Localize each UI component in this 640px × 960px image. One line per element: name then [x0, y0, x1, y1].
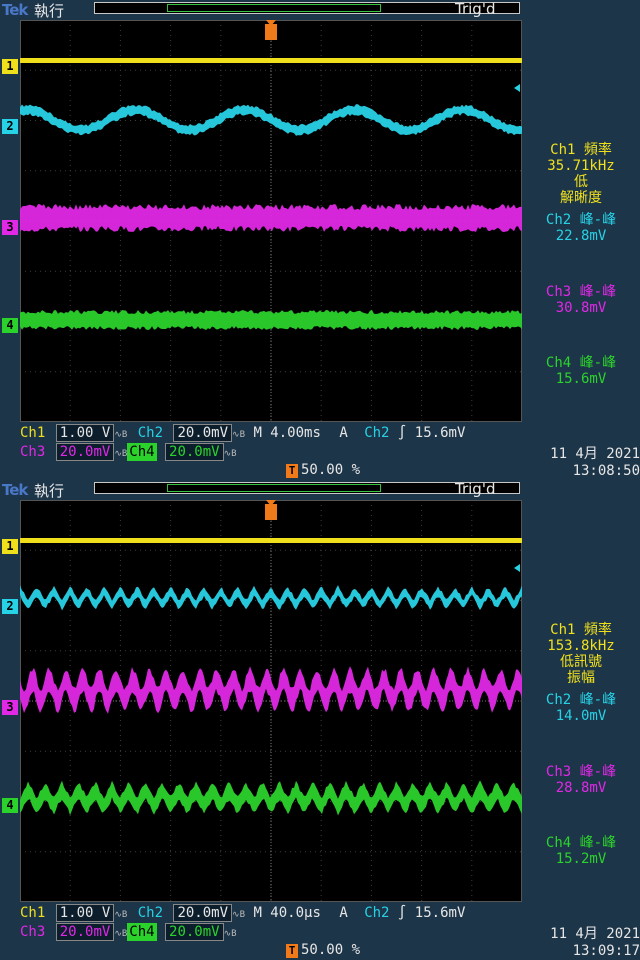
bw-limit-icon: ∿B — [114, 910, 128, 920]
settings-bar: Ch1 1.00 V ∿B Ch2 20.0mV ∿B M 40.0µs A Ch2… — [0, 902, 640, 960]
ch2-scale[interactable]: 20.0mV — [173, 424, 233, 442]
waveform-display[interactable] — [20, 500, 522, 902]
trigger-level-arrow — [514, 564, 520, 572]
trigger-state: Trig'd — [455, 480, 496, 498]
ch4-pkpk-readout: Ch4 峰-峰 15.2mV — [545, 835, 617, 867]
date-display: 11 4月 2021 — [550, 446, 640, 462]
ch1-label[interactable]: Ch1 — [18, 904, 47, 922]
record-window — [167, 484, 381, 492]
ch4-marker[interactable]: 4 — [2, 798, 18, 813]
trigger-level[interactable]: 15.6mV — [415, 905, 466, 921]
ch3-trace — [20, 204, 522, 232]
ch1-trace — [20, 538, 522, 543]
ch4-scale[interactable]: 20.0mV — [165, 923, 224, 941]
ch2-label[interactable]: Ch2 — [136, 904, 165, 922]
acquire-mode: A — [339, 425, 348, 441]
ch3-trace — [20, 666, 522, 714]
waveform-display[interactable] — [20, 20, 522, 422]
ch4-scale[interactable]: 20.0mV — [165, 443, 224, 461]
trigger-slope-icon: ∫ — [397, 905, 407, 921]
ch1-scale[interactable]: 1.00 V — [55, 904, 115, 922]
ch3-pkpk-readout: Ch3 峰-峰 28.8mV — [545, 764, 617, 796]
ch2-scale[interactable]: 20.0mV — [173, 904, 233, 922]
horizontal-position[interactable]: T 50.00 % — [286, 462, 360, 478]
trigger-level[interactable]: 15.6mV — [415, 425, 466, 441]
run-state-label: 執行 — [34, 482, 65, 500]
bw-limit-icon: ∿B — [232, 430, 245, 440]
trigger-position-icon: T — [286, 944, 298, 958]
waveform-graticule — [20, 500, 522, 902]
bw-limit-icon: ∿B — [223, 449, 237, 459]
ch2-marker[interactable]: 2 — [2, 599, 18, 614]
date-display: 11 4月 2021 — [550, 926, 640, 942]
acquire-mode: A — [339, 905, 348, 921]
trigger-t-icon — [265, 504, 277, 520]
ch1-frequency-readout: Ch1 頻率 153.8kHz 低訊號 振幅 — [547, 622, 615, 686]
trigger-slope-icon: ∫ — [397, 425, 407, 441]
bw-limit-icon: ∿B — [114, 430, 128, 440]
time-display: 13:08:50 — [572, 463, 640, 479]
ch2-pkpk-readout: Ch2 峰-峰 22.8mV — [545, 212, 617, 244]
ch4-label[interactable]: Ch4 — [127, 923, 157, 941]
timebase[interactable]: M 40.0µs — [253, 905, 320, 921]
ch3-scale[interactable]: 20.0mV — [55, 923, 115, 941]
ch4-label[interactable]: Ch4 — [127, 443, 157, 461]
bw-limit-icon: ∿B — [232, 910, 245, 920]
ch2-marker[interactable]: 2 — [2, 119, 18, 134]
trigger-source[interactable]: Ch2 — [364, 425, 389, 441]
bw-limit-icon: ∿B — [114, 449, 128, 459]
ch2-trace — [20, 585, 522, 611]
tek-logo: Tek — [2, 1, 28, 19]
ch4-pkpk-readout: Ch4 峰-峰 15.6mV — [545, 355, 617, 387]
scope-panel-2: Tek 執行 Trig'd 1 2 3 4 Ch1 頻率 153.8kHz 低訊… — [0, 480, 640, 960]
ch3-marker[interactable]: 3 — [2, 220, 18, 235]
horizontal-position[interactable]: T 50.00 % — [286, 942, 360, 958]
ch1-label[interactable]: Ch1 — [18, 424, 47, 442]
timebase[interactable]: M 4.00ms — [253, 425, 320, 441]
trigger-t-icon — [265, 24, 277, 40]
status-bar: Tek 執行 Trig'd — [0, 0, 640, 20]
ch1-scale[interactable]: 1.00 V — [55, 424, 115, 442]
status-bar: Tek 執行 Trig'd — [0, 480, 640, 500]
ch3-label[interactable]: Ch3 — [18, 923, 47, 941]
ch3-marker[interactable]: 3 — [2, 700, 18, 715]
time-display: 13:09:17 — [572, 943, 640, 959]
bw-limit-icon: ∿B — [223, 929, 237, 939]
ch1-trace — [20, 58, 522, 63]
ch1-marker[interactable]: 1 — [2, 59, 18, 74]
run-state-label: 執行 — [34, 2, 65, 20]
scope-panel-1: Tek 執行 Trig'd 1 2 3 4 Ch1 頻率 35.71kHz 低 … — [0, 0, 640, 480]
record-window — [167, 4, 381, 12]
ch3-label[interactable]: Ch3 — [18, 443, 47, 461]
ch1-marker[interactable]: 1 — [2, 539, 18, 554]
bw-limit-icon: ∿B — [114, 929, 128, 939]
trigger-level-arrow — [514, 84, 520, 92]
trigger-source[interactable]: Ch2 — [364, 905, 389, 921]
ch2-pkpk-readout: Ch2 峰-峰 14.0mV — [545, 692, 617, 724]
ch3-pkpk-readout: Ch3 峰-峰 30.8mV — [545, 284, 617, 316]
trigger-position-icon: T — [286, 464, 298, 478]
waveform-graticule — [20, 20, 522, 422]
settings-bar: Ch1 1.00 V ∿B Ch2 20.0mV ∿B M 4.00ms A Ch2… — [0, 422, 640, 480]
trigger-state: Trig'd — [455, 0, 496, 18]
ch1-frequency-readout: Ch1 頻率 35.71kHz 低 解晰度 — [547, 142, 615, 206]
ch2-label[interactable]: Ch2 — [136, 424, 165, 442]
tek-logo: Tek — [2, 481, 28, 499]
ch4-marker[interactable]: 4 — [2, 318, 18, 333]
ch4-trace — [20, 310, 522, 330]
ch3-scale[interactable]: 20.0mV — [55, 443, 115, 461]
